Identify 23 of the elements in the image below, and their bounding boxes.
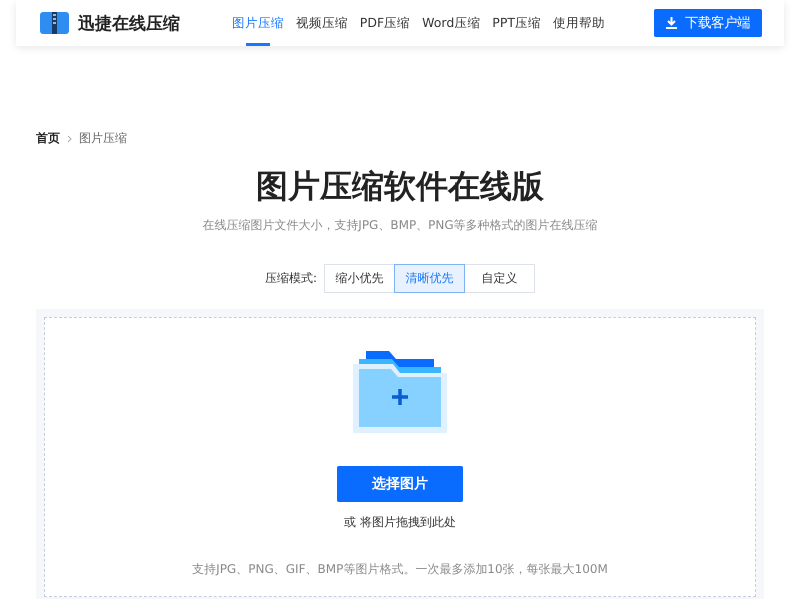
mode-option[interactable]: 自定义: [464, 264, 536, 294]
nav-tab[interactable]: PPT压缩: [486, 0, 547, 46]
nav-tab[interactable]: PDF压缩: [354, 0, 416, 46]
nav-tab[interactable]: 使用帮助: [547, 0, 611, 46]
upload-area[interactable]: 选择图片 或 将图片拖拽到此处 支持JPG、PNG、GIF、BMP等图片格式。一次最多添加10张，每张最大100M: [36, 309, 764, 600]
logo-icon: [40, 12, 69, 34]
breadcrumb-link[interactable]: 首页: [36, 130, 60, 147]
mode-option[interactable]: 清晰优先: [394, 264, 466, 294]
nav-tab[interactable]: Word压缩: [416, 0, 486, 46]
chevron-icon: [67, 134, 72, 142]
brand-name: 迅捷在线压缩: [78, 12, 180, 34]
page-subtitle: 在线压缩图片文件大小，支持JPG、BMP、PNG等多种格式的图片在线压缩: [201, 217, 599, 234]
mode-label: 压缩模式:: [264, 270, 318, 288]
page-title: 图片压缩软件在线版: [255, 167, 545, 206]
download-icon: [666, 17, 677, 29]
breadcrumb-current: 图片压缩: [79, 130, 127, 147]
download-button[interactable]: 下载客户端: [654, 9, 762, 37]
folder-plus-icon: [353, 351, 447, 434]
drop-hint: 或 将图片拖拽到此处: [344, 514, 456, 532]
select-image-button[interactable]: 选择图片: [337, 466, 463, 502]
format-note: 支持JPG、PNG、GIF、BMP等图片格式。一次最多添加10张，每张最大100M: [192, 561, 608, 578]
nav-tab[interactable]: 视频压缩: [290, 0, 354, 46]
nav-tab[interactable]: 图片压缩: [226, 0, 290, 46]
